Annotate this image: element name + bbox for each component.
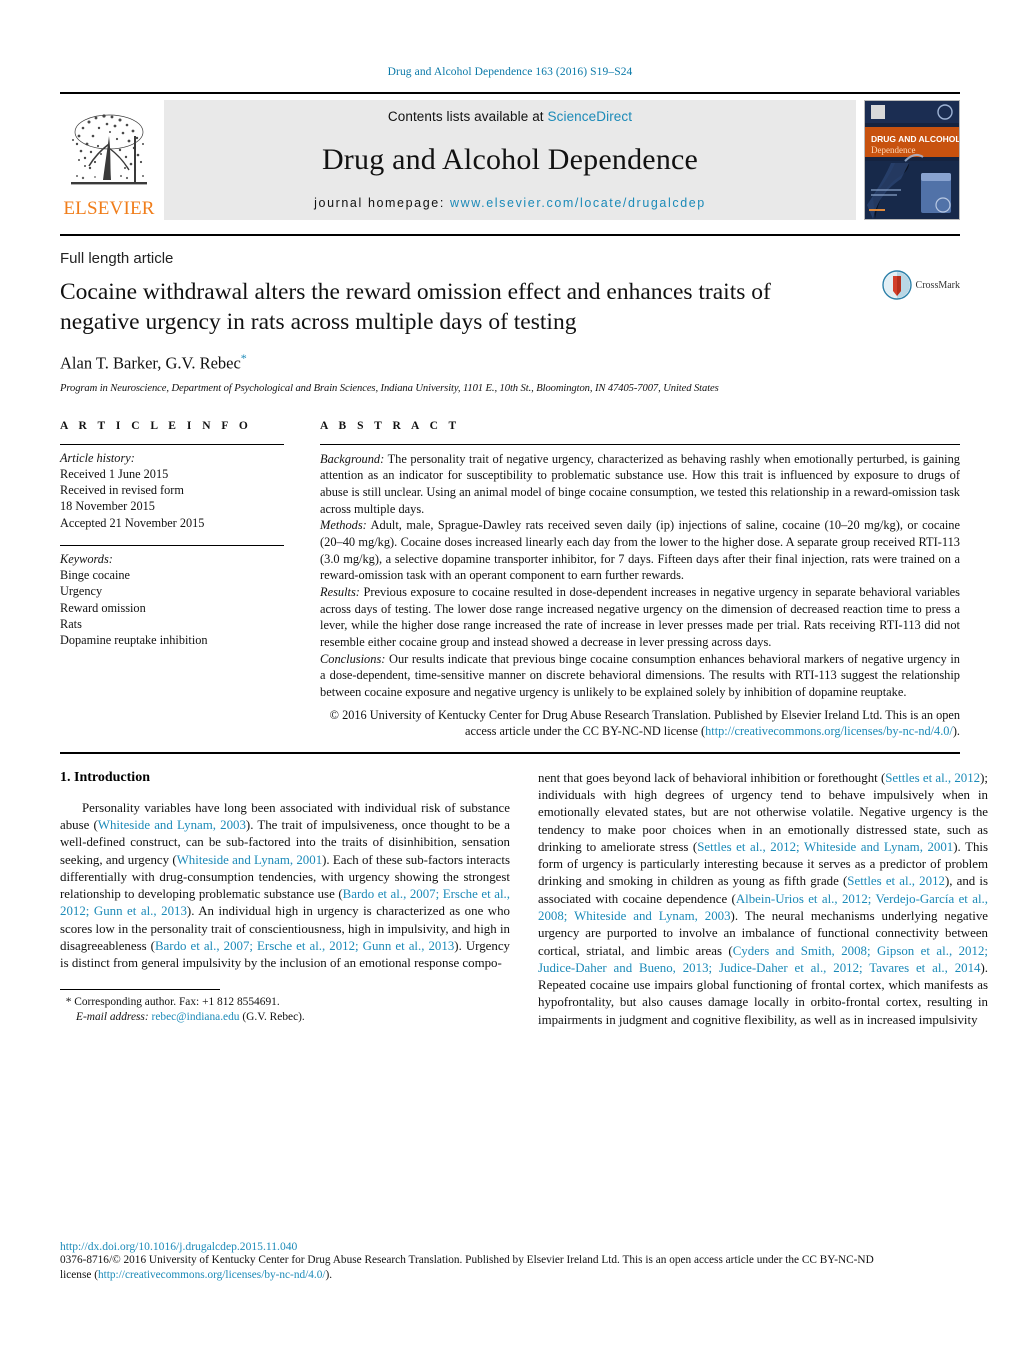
body-right-column: nent that goes beyond lack of behavioral… bbox=[538, 770, 988, 1029]
license-close-paren: ). bbox=[952, 724, 960, 739]
keywords-block: Keywords: Binge cocaine Urgency Reward o… bbox=[60, 545, 284, 649]
license-url-link[interactable]: http://creativecommons.org/licenses/by-n… bbox=[705, 724, 953, 738]
keyword-item: Urgency bbox=[60, 584, 103, 599]
introduction-right-paragraph: nent that goes beyond lack of behavioral… bbox=[538, 770, 988, 1029]
running-head: Drug and Alcohol Dependence 163 (2016) S… bbox=[387, 66, 633, 78]
abstract-paragraph-background: Background: The personality trait of neg… bbox=[320, 451, 960, 518]
abstract-heading: A B S T R A C T bbox=[320, 419, 461, 432]
citation-link[interactable]: Whiteside and Lynam, 2001 bbox=[177, 853, 323, 867]
footnote-email-label: E-mail address: bbox=[76, 1011, 149, 1023]
homepage-prefix: journal homepage: bbox=[314, 196, 450, 210]
elsevier-tree-icon bbox=[71, 114, 147, 185]
citation-link[interactable]: Settles et al., 2012; Whiteside and Lyna… bbox=[697, 840, 953, 854]
citation-link[interactable]: Settles et al., 2012 bbox=[847, 874, 945, 888]
issn-license-prefix: license ( bbox=[60, 1268, 98, 1281]
footnote-email-link[interactable]: rebec@indiana.edu bbox=[152, 1011, 240, 1023]
footnote-block: * Corresponding author. Fax: +1 812 8554… bbox=[60, 995, 490, 1026]
homepage-url-link[interactable]: www.elsevier.com/locate/drugalcdep bbox=[450, 196, 706, 210]
svg-text:Dependence: Dependence bbox=[871, 145, 915, 155]
abstract-paragraph-conclusions: Conclusions: Our results indicate that p… bbox=[320, 651, 960, 701]
abstract-background-text: The personality trait of negative urgenc… bbox=[320, 451, 960, 516]
issn-license-suffix: ). bbox=[325, 1268, 333, 1281]
abstract-paragraph-results: Results: Previous exposure to cocaine re… bbox=[320, 584, 960, 651]
journal-cover-art: DRUG AND ALCOHOL Dependence bbox=[865, 101, 959, 219]
masthead: ELSEVIER Contents lists available at Sci… bbox=[60, 92, 960, 220]
crossmark-label: CrossMark bbox=[915, 279, 960, 291]
citation-link[interactable]: Bardo et al., 2007; Ersche et al., 2012;… bbox=[155, 939, 454, 953]
abstract-copyright: © 2016 University of Kentucky Center for… bbox=[320, 707, 960, 740]
abstract-conclusions-text: Our results indicate that previous binge… bbox=[320, 651, 960, 700]
keyword-item: Rats bbox=[60, 617, 82, 632]
article-history-item: Received in revised form bbox=[60, 483, 184, 497]
article-type-label: Full length article bbox=[60, 250, 174, 267]
elsevier-wordmark: ELSEVIER bbox=[63, 198, 155, 219]
abstract-results-label: Results: bbox=[320, 585, 360, 600]
introduction-left-paragraph: Personality variables have long been ass… bbox=[60, 800, 510, 973]
crossmark-icon bbox=[881, 270, 912, 300]
abstract-body: Background: The personality trait of neg… bbox=[320, 451, 960, 701]
footnote-email-line: E-mail address: rebec@indiana.edu (G.V. … bbox=[60, 1010, 490, 1025]
contents-available-line: Contents lists available at ScienceDirec… bbox=[388, 109, 632, 124]
section-heading-introduction: 1. Introduction bbox=[60, 769, 150, 785]
author-names: Alan T. Barker, G.V. Rebec bbox=[60, 353, 241, 373]
journal-cover-thumbnail: DRUG AND ALCOHOL Dependence bbox=[864, 100, 960, 220]
article-history-item: 18 November 2015 bbox=[60, 499, 155, 514]
elsevier-logo: ELSEVIER bbox=[60, 100, 158, 220]
article-history-label: Article history: bbox=[60, 450, 135, 465]
article-info-column: A R T I C L E I N F O Article history: R… bbox=[60, 420, 306, 740]
keyword-item: Dopamine reuptake inhibition bbox=[60, 633, 208, 648]
journal-homepage-line: journal homepage: www.elsevier.com/locat… bbox=[314, 196, 706, 210]
page-footer: http://dx.doi.org/10.1016/j.drugalcdep.2… bbox=[60, 1240, 960, 1284]
article-history-item: Accepted 21 November 2015 bbox=[60, 515, 205, 530]
svg-text:DRUG AND ALCOHOL: DRUG AND ALCOHOL bbox=[871, 134, 959, 144]
info-and-abstract: A R T I C L E I N F O Article history: R… bbox=[60, 420, 960, 740]
keyword-item: Binge cocaine bbox=[60, 568, 130, 583]
masthead-top-rule bbox=[60, 92, 960, 94]
body-columns: 1. Introduction Personality variables ha… bbox=[60, 770, 988, 1029]
article-info-rule bbox=[60, 443, 284, 445]
paper-page: Drug and Alcohol Dependence 163 (2016) S… bbox=[0, 0, 1020, 1351]
abstract-background-label: Background: bbox=[320, 451, 385, 466]
footnote-email-suffix: (G.V. Rebec). bbox=[239, 1011, 305, 1023]
title-block: Full length article Cocaine withdrawal a… bbox=[60, 236, 960, 394]
corresponding-author-marker: * bbox=[240, 351, 247, 366]
article-history-item: Received 1 June 2015 bbox=[60, 466, 169, 481]
footnote-corresponding-text: Corresponding author. Fax: +1 812 855469… bbox=[71, 995, 280, 1008]
sciencedirect-link[interactable]: ScienceDirect bbox=[548, 109, 633, 124]
affiliation: Program in Neuroscience, Department of P… bbox=[60, 382, 719, 394]
abstract-paragraph-methods: Methods: Adult, male, Sprague-Dawley rat… bbox=[320, 517, 960, 584]
footnote-corresponding-line: * Corresponding author. Fax: +1 812 8554… bbox=[60, 995, 490, 1010]
abstract-conclusions-label: Conclusions: bbox=[320, 651, 386, 666]
issn-text: 0376-8716/© 2016 University of Kentucky … bbox=[60, 1253, 874, 1266]
crossmark-badge[interactable]: CrossMark bbox=[881, 270, 960, 300]
keyword-item: Reward omission bbox=[60, 600, 146, 615]
abstract-rule bbox=[320, 443, 960, 445]
citation-link[interactable]: Whiteside and Lynam, 2003 bbox=[98, 818, 246, 832]
issn-copyright-line: 0376-8716/© 2016 University of Kentucky … bbox=[60, 1253, 960, 1284]
abstract-methods-text: Adult, male, Sprague-Dawley rats receive… bbox=[320, 518, 960, 583]
keywords-label: Keywords: bbox=[60, 552, 113, 567]
abstract-methods-label: Methods: bbox=[320, 518, 367, 533]
body-left-column: 1. Introduction Personality variables ha… bbox=[60, 770, 510, 1029]
abstract-results-text: Previous exposure to cocaine resulted in… bbox=[320, 585, 960, 650]
issn-license-link[interactable]: http://creativecommons.org/licenses/by-n… bbox=[98, 1269, 326, 1281]
page-title: Cocaine withdrawal alters the reward omi… bbox=[60, 279, 771, 336]
contents-prefix: Contents lists available at bbox=[387, 109, 548, 124]
citation-link[interactable]: Settles et al., 2012 bbox=[885, 771, 980, 785]
journal-title: Drug and Alcohol Dependence bbox=[321, 143, 699, 176]
abstract-column: A B S T R A C T Background: The personal… bbox=[306, 420, 960, 740]
doi-link[interactable]: http://dx.doi.org/10.1016/j.drugalcdep.2… bbox=[60, 1240, 960, 1253]
journal-masthead-box: Contents lists available at ScienceDirec… bbox=[164, 100, 856, 220]
author-list: Alan T. Barker, G.V. Rebec* bbox=[60, 351, 960, 374]
keywords-rule bbox=[60, 545, 284, 547]
body-text-run: nent that goes beyond lack of behavioral… bbox=[538, 770, 886, 785]
abstract-bottom-rule bbox=[60, 751, 960, 754]
article-info-heading: A R T I C L E I N F O bbox=[60, 419, 252, 432]
